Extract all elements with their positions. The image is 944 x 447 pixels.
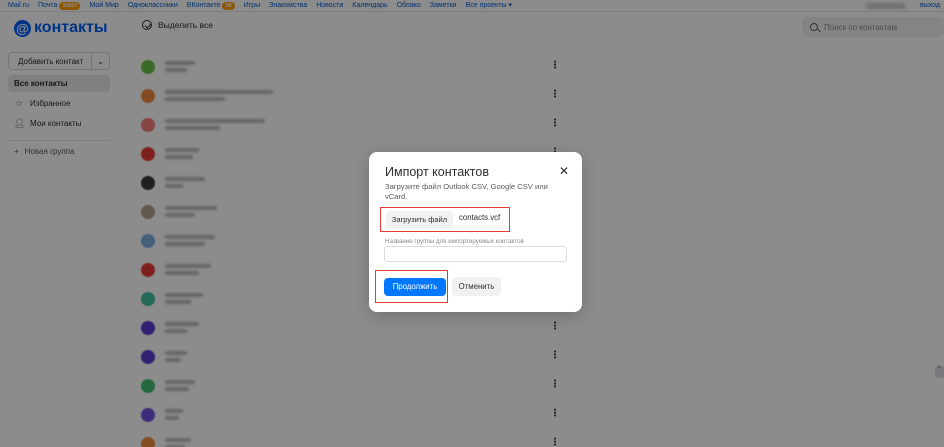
continue-button[interactable]: Продолжить xyxy=(384,278,446,296)
upload-highlight-frame: Загрузить файл contacts.vcf xyxy=(380,207,510,232)
group-name-field[interactable] xyxy=(384,246,567,262)
dialog-title: Импорт контактов xyxy=(385,165,489,179)
selected-file-name: contacts.vcf xyxy=(459,213,501,222)
cancel-button[interactable]: Отменить xyxy=(452,277,501,296)
import-contacts-dialog: Импорт контактов ✕ Загрузите файл Outloo… xyxy=(369,152,582,312)
dialog-description: Загрузите файл Outlook CSV, Google CSV и… xyxy=(385,182,548,201)
upload-file-button[interactable]: Загрузить файл xyxy=(386,211,453,228)
close-icon[interactable]: ✕ xyxy=(558,165,570,177)
group-name-label: Название группы для импортируемых контак… xyxy=(385,238,524,245)
continue-highlight-frame: Продолжить xyxy=(375,270,448,303)
